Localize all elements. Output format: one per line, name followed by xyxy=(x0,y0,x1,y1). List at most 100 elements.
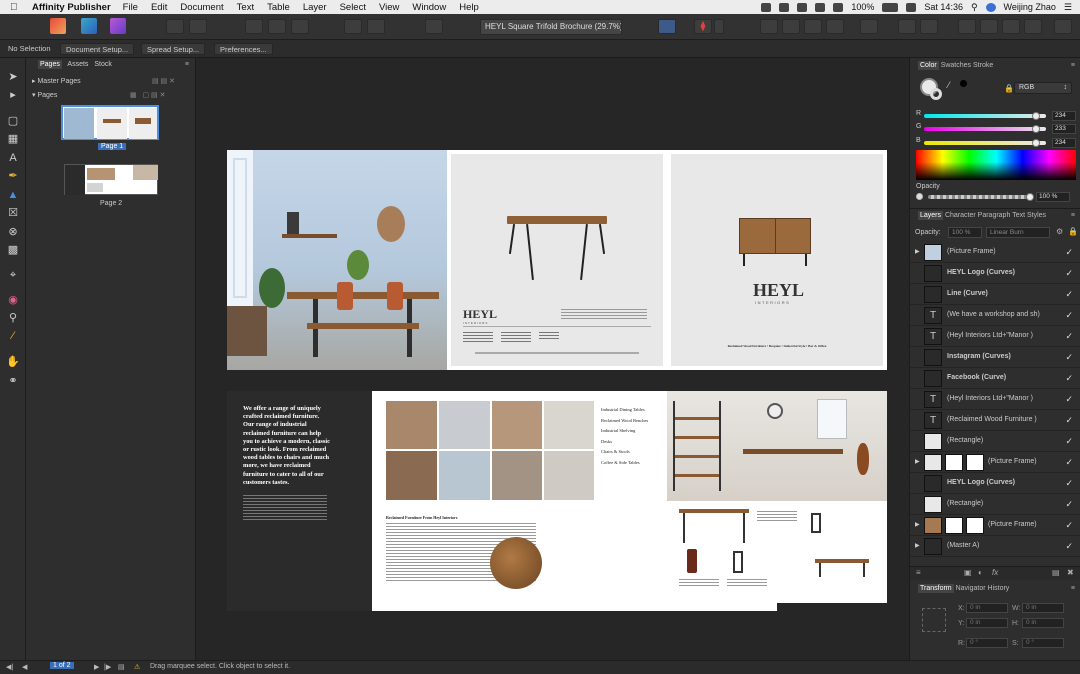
picked-color-swatch[interactable] xyxy=(960,80,967,87)
b-slider[interactable] xyxy=(924,141,1046,145)
document-canvas[interactable]: HEYL INTERIORS HEYL INTERIORS Reclaimed … xyxy=(197,58,909,660)
menu-file[interactable]: File xyxy=(123,2,138,13)
r-slider-knob[interactable] xyxy=(1032,112,1040,120)
tab-text-styles[interactable]: Text Styles xyxy=(1012,212,1046,219)
page-2-thumbnail[interactable] xyxy=(64,164,158,195)
next-page-icon[interactable]: ▶ xyxy=(94,663,99,671)
snapping-magnet-icon[interactable]: ⧫ xyxy=(694,19,712,34)
adjustment-icon[interactable]: ◐ xyxy=(978,568,983,577)
master-pages-actions[interactable]: ▤ ▤ ✕ xyxy=(152,77,192,85)
zoom-tool-icon[interactable]: ⚭ xyxy=(6,374,20,388)
ellipse-frame-tool-icon[interactable]: ⊗ xyxy=(6,225,20,239)
user-name[interactable]: Weijing Zhao xyxy=(1004,2,1056,12)
eyedropper-tool-icon[interactable]: ⁄ xyxy=(6,329,20,343)
rotation-field[interactable]: 0 ° xyxy=(966,638,1008,648)
app-menu[interactable]: Affinity Publisher xyxy=(32,2,111,13)
b-value[interactable]: 234 xyxy=(1052,138,1076,148)
visibility-check-icon[interactable]: ✓ xyxy=(1065,331,1073,342)
visibility-check-icon[interactable]: ✓ xyxy=(1065,352,1073,363)
node-tool-icon[interactable]: ▸ xyxy=(6,88,20,102)
insert-icon[interactable] xyxy=(367,19,385,34)
tab-pages[interactable]: Pages xyxy=(38,60,62,69)
layer-row[interactable]: T (Heyl Interiors Ltd+"Manor ) ✓ xyxy=(910,389,1080,410)
r-value[interactable]: 234 xyxy=(1052,111,1076,121)
add-layer-icon[interactable]: ▤ xyxy=(1052,568,1060,577)
wechat-icon[interactable] xyxy=(779,2,790,12)
user-avatar-icon[interactable] xyxy=(985,2,996,12)
inside-middle-panel[interactable]: Industrial Dining Tables Reclaimed Wood … xyxy=(372,391,667,611)
visibility-check-icon[interactable]: ✓ xyxy=(1065,373,1073,384)
delete-layer-icon[interactable]: ✖ xyxy=(1067,568,1074,577)
arrange-backward-icon[interactable] xyxy=(782,19,800,34)
pages-actions[interactable]: ▦ ▢ ▤ ✕ xyxy=(130,91,192,99)
cloud-icon[interactable] xyxy=(797,2,808,12)
lock-icon[interactable]: 🔒 xyxy=(1004,84,1014,93)
y-field[interactable]: 0 in xyxy=(966,618,1008,628)
move-tool-icon[interactable]: ➤ xyxy=(6,70,20,84)
first-page-icon[interactable]: ◀| xyxy=(6,663,13,671)
layer-row[interactable]: T (Heyl Interiors Ltd+"Manor ) ✓ xyxy=(910,326,1080,347)
color-panel-menu-icon[interactable]: ≡ xyxy=(1071,62,1075,69)
transform-panel-menu-icon[interactable]: ≡ xyxy=(1071,585,1075,592)
wifi-icon[interactable] xyxy=(833,2,844,12)
page-1-label[interactable]: Page 1 xyxy=(98,143,127,150)
x-field[interactable]: 0 in xyxy=(966,603,1008,613)
menu-view[interactable]: View xyxy=(379,2,399,13)
b-slider-knob[interactable] xyxy=(1032,139,1040,147)
text-wrap-icon[interactable] xyxy=(658,19,676,34)
layer-row[interactable]: T (We have a workshop and sh) ✓ xyxy=(910,305,1080,326)
visibility-check-icon[interactable]: ✓ xyxy=(1065,268,1073,279)
visibility-check-icon[interactable]: ✓ xyxy=(1065,394,1073,405)
shape-tool-icon[interactable]: ▲ xyxy=(6,188,20,202)
document-title[interactable]: HEYL Square Trifold Brochure (29.7%) xyxy=(480,19,622,35)
color-spectrum[interactable] xyxy=(916,150,1076,180)
tab-paragraph[interactable]: Paragraph xyxy=(978,212,1011,219)
layer-row[interactable]: Line (Curve) ✓ xyxy=(910,284,1080,305)
text-frame-tool-icon[interactable]: ▢ xyxy=(6,114,20,128)
layer-stack-icon[interactable]: ≡ xyxy=(916,568,921,577)
align-icon[interactable] xyxy=(860,19,878,34)
more-icon[interactable] xyxy=(1054,19,1072,34)
layer-row[interactable]: ▶ (Picture Frame) ✓ xyxy=(910,242,1080,263)
arrange-back-icon[interactable] xyxy=(760,19,778,34)
flip-vertical-icon[interactable] xyxy=(920,19,938,34)
page-1-thumbnail[interactable] xyxy=(61,105,159,140)
view-bleed-icon[interactable] xyxy=(268,19,286,34)
layer-row[interactable]: HEYL Logo (Curves) ✓ xyxy=(910,473,1080,494)
layer-row[interactable]: (Rectangle) ✓ xyxy=(910,431,1080,452)
visibility-check-icon[interactable]: ✓ xyxy=(1065,415,1073,426)
save-status-icon[interactable]: ▤ xyxy=(118,663,125,671)
status-app-icon[interactable] xyxy=(761,2,772,12)
menu-list-icon[interactable]: ☰ xyxy=(1064,2,1072,13)
visibility-check-icon[interactable]: ✓ xyxy=(1065,289,1073,300)
page-indicator[interactable]: 1 of 2 xyxy=(50,662,74,669)
pen-tool-icon[interactable]: ✒ xyxy=(6,169,20,183)
mask-layer-icon[interactable]: ▣ xyxy=(964,568,972,577)
tab-transform[interactable]: Transform xyxy=(918,584,954,593)
view-clip-icon[interactable] xyxy=(291,19,309,34)
photo-persona-icon[interactable] xyxy=(81,18,97,34)
tab-color[interactable]: Color xyxy=(918,61,939,70)
boolean-divide-icon[interactable] xyxy=(1024,19,1042,34)
stroke-swatch[interactable] xyxy=(930,88,942,100)
preflight-icon[interactable] xyxy=(166,19,184,34)
anchor-point-selector[interactable] xyxy=(922,608,946,632)
blend-mode-select[interactable]: Linear Burn xyxy=(986,227,1050,238)
fx-icon[interactable]: fx xyxy=(992,568,998,577)
inside-dark-panel[interactable]: We offer a range of uniquely crafted rec… xyxy=(227,391,372,611)
boolean-add-icon[interactable] xyxy=(958,19,976,34)
color-picker-tool-icon[interactable]: ◉ xyxy=(6,293,20,307)
apple-icon[interactable]:  xyxy=(10,2,24,13)
menu-text[interactable]: Text xyxy=(237,2,254,13)
visibility-check-icon[interactable]: ✓ xyxy=(1065,520,1073,531)
opacity-slider[interactable] xyxy=(928,195,1032,199)
view-normal-icon[interactable] xyxy=(245,19,263,34)
tab-layers[interactable]: Layers xyxy=(918,211,944,220)
dining-room-photo[interactable] xyxy=(227,150,447,370)
layers-panel-menu-icon[interactable]: ≡ xyxy=(1071,212,1075,219)
eyedropper-icon[interactable]: ⁄ xyxy=(948,80,950,90)
preferences-button[interactable]: Preferences... xyxy=(214,43,273,55)
layer-settings-icon[interactable]: ⚙ xyxy=(1056,227,1063,236)
visibility-check-icon[interactable]: ✓ xyxy=(1065,310,1073,321)
visibility-check-icon[interactable]: ✓ xyxy=(1065,499,1073,510)
